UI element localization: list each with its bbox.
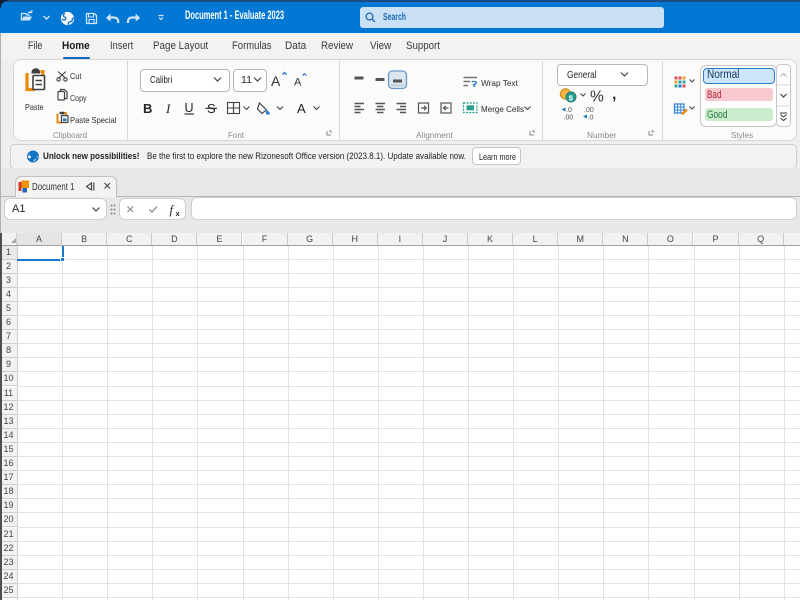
svg-text:A: A: [297, 101, 306, 116]
svg-text:%: %: [590, 89, 604, 106]
svg-text:,: ,: [612, 86, 616, 103]
svg-text:.0: .0: [588, 115, 594, 122]
svg-text:x: x: [176, 209, 181, 218]
svg-text:A: A: [294, 77, 302, 89]
svg-text:.00: .00: [564, 115, 574, 122]
svg-text:U: U: [185, 101, 194, 115]
svg-text:B: B: [143, 101, 152, 116]
svg-text:.0: .0: [566, 107, 572, 114]
svg-text:f: f: [170, 203, 175, 217]
svg-text:.00: .00: [584, 107, 594, 114]
svg-text:I: I: [165, 101, 171, 116]
svg-text:A: A: [271, 73, 281, 89]
